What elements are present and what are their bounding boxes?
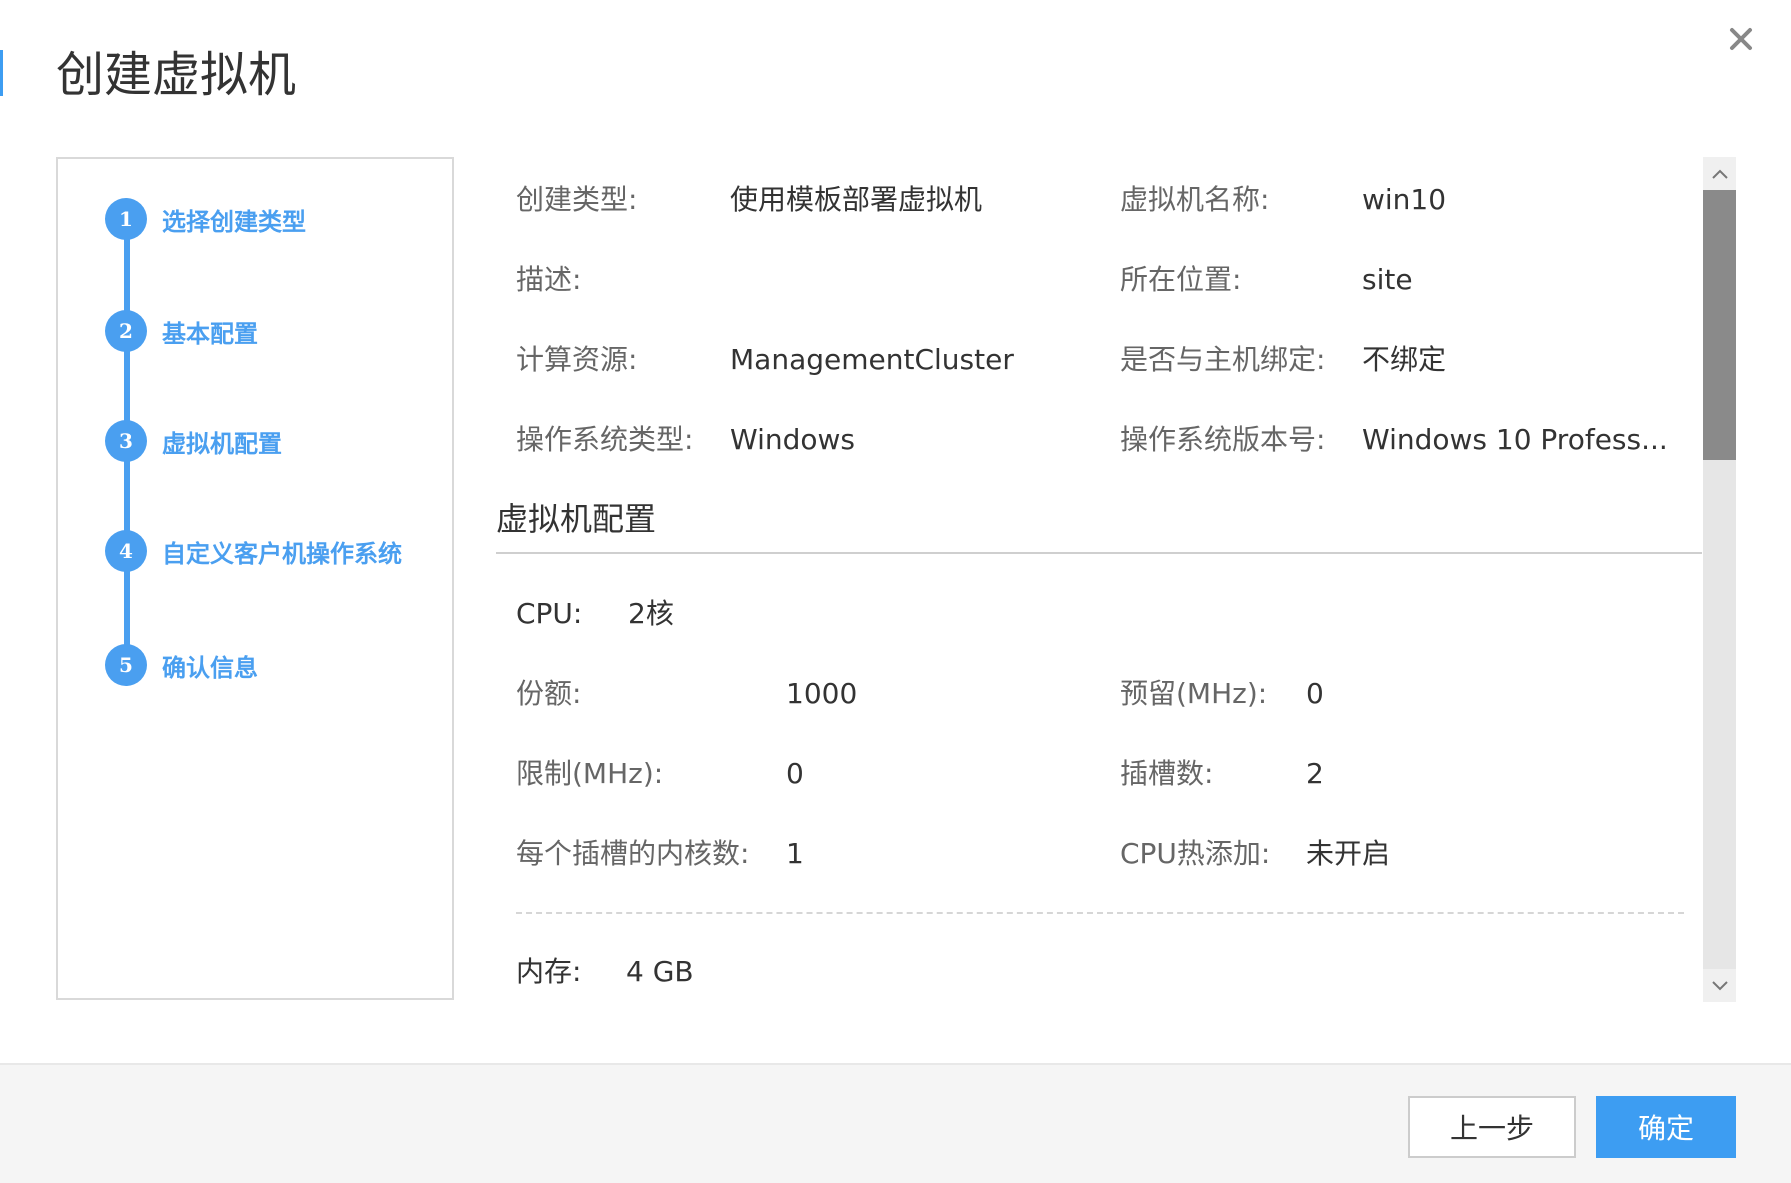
step-label: 确认信息: [162, 653, 258, 682]
compute-value: ManagementCluster: [730, 343, 1014, 376]
reserve-value: 0: [1306, 677, 1324, 710]
sockets-label: 插槽数:: [1120, 757, 1214, 790]
compute-label: 计算资源:: [516, 343, 638, 376]
step-number-badge: 3: [105, 420, 147, 462]
step-number-badge: 4: [105, 530, 147, 572]
cpu-hotplug-label: CPU热添加:: [1120, 837, 1271, 870]
scrollbar-thumb[interactable]: [1703, 190, 1736, 460]
cpu-label: CPU:: [516, 597, 583, 630]
cores-per-socket-value: 1: [786, 837, 804, 870]
reserve-label: 预留(MHz):: [1120, 677, 1268, 710]
close-icon[interactable]: [1724, 22, 1758, 56]
cpu-hotplug-value: 未开启: [1306, 837, 1391, 870]
step-customize-guest-os[interactable]: 4 自定义客户机操作系统: [105, 529, 402, 573]
step-label: 虚拟机配置: [162, 429, 282, 458]
shares-value: 1000: [786, 677, 858, 710]
step-basic-config[interactable]: 2 基本配置: [105, 309, 258, 353]
host-bind-value: 不绑定: [1362, 343, 1447, 376]
title-accent-bar: [0, 50, 3, 96]
step-vm-config[interactable]: 3 虚拟机配置: [105, 419, 282, 463]
limit-value: 0: [786, 757, 804, 790]
shares-label: 份额:: [516, 677, 582, 710]
steps-panel: [56, 157, 454, 1000]
os-version-row: 操作系统版本号:: [1120, 420, 1325, 460]
step-select-create-type[interactable]: 1 选择创建类型: [105, 197, 306, 241]
os-version-value: Windows 10 Profess...: [1362, 423, 1668, 456]
host-bind-row: 是否与主机绑定:: [1120, 340, 1325, 380]
previous-step-button[interactable]: 上一步: [1408, 1096, 1576, 1158]
host-bind-label: 是否与主机绑定:: [1120, 343, 1326, 376]
vertical-scrollbar[interactable]: [1703, 157, 1736, 1002]
memory-value: 4 GB: [626, 955, 694, 988]
os-type-row: 操作系统类型:: [516, 420, 693, 460]
limit-label: 限制(MHz):: [516, 757, 664, 790]
vm-name-value: win10: [1362, 183, 1447, 216]
step-confirm-info[interactable]: 5 确认信息: [105, 643, 258, 687]
create-type-row: 创建类型:: [516, 180, 637, 220]
step-number-badge: 1: [105, 198, 147, 240]
os-type-value: Windows: [730, 423, 855, 456]
vm-config-section-title: 虚拟机配置: [496, 500, 657, 538]
step-label: 自定义客户机操作系统: [162, 539, 402, 568]
cores-per-socket-label: 每个插槽的内核数:: [516, 837, 750, 870]
summary-content: 创建类型: 使用模板部署虚拟机 虚拟机名称: win10 描述: 所在位置: s…: [496, 157, 1702, 1000]
os-version-label: 操作系统版本号:: [1120, 423, 1326, 456]
scroll-down-arrow-icon[interactable]: [1703, 969, 1736, 1002]
section-divider: [496, 552, 1702, 554]
step-label: 选择创建类型: [162, 207, 306, 236]
memory-label: 内存:: [516, 955, 582, 988]
description-row: 描述:: [516, 260, 581, 300]
dialog-title: 创建虚拟机: [56, 47, 297, 103]
vm-name-label: 虚拟机名称:: [1120, 183, 1270, 216]
location-value: site: [1362, 263, 1413, 296]
os-type-label: 操作系统类型:: [516, 423, 694, 456]
location-label: 所在位置:: [1120, 263, 1242, 296]
create-type-value: 使用模板部署虚拟机: [730, 183, 983, 216]
step-number-badge: 5: [105, 644, 147, 686]
create-type-label: 创建类型:: [516, 183, 638, 216]
step-label: 基本配置: [162, 319, 258, 348]
confirm-button[interactable]: 确定: [1596, 1096, 1736, 1158]
description-label: 描述:: [516, 263, 582, 296]
step-number-badge: 2: [105, 310, 147, 352]
compute-row: 计算资源:: [516, 340, 637, 380]
dashed-divider: [516, 912, 1684, 914]
vm-name-row: 虚拟机名称:: [1120, 180, 1269, 220]
scroll-up-arrow-icon[interactable]: [1703, 157, 1736, 190]
cpu-value: 2核: [628, 597, 674, 630]
location-row: 所在位置:: [1120, 260, 1241, 300]
sockets-value: 2: [1306, 757, 1324, 790]
